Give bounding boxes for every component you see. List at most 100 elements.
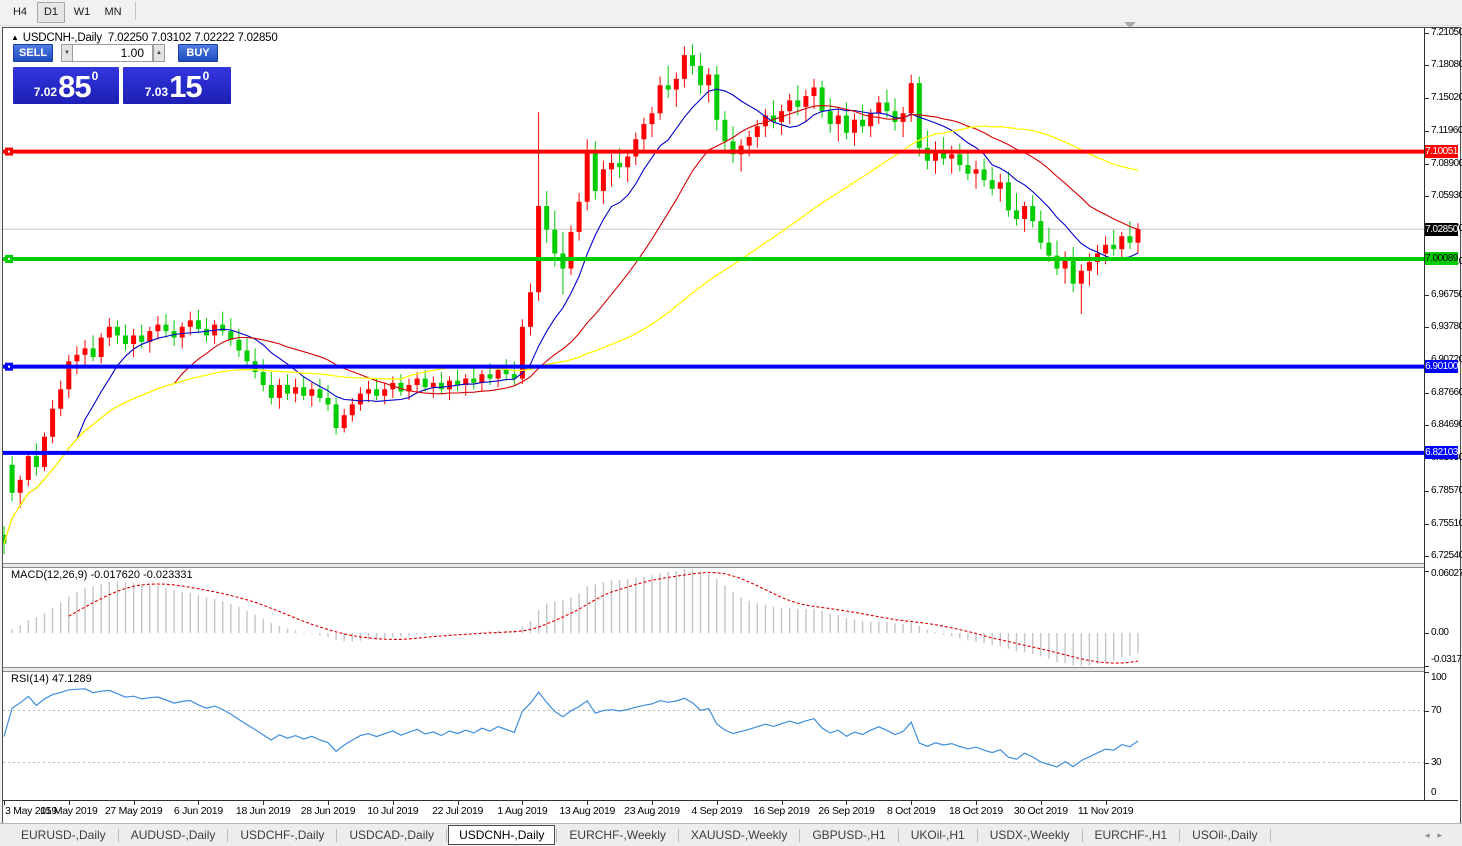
axis-price-label: 6.96750	[1431, 289, 1462, 300]
candle-body	[188, 320, 193, 326]
timeframe-toolbar: H4D1W1MN	[0, 0, 1462, 26]
candle-body	[650, 113, 655, 124]
buy-button[interactable]: BUY	[178, 44, 218, 62]
candle-body	[334, 404, 339, 428]
candle-body	[609, 163, 614, 169]
volume-input[interactable]	[72, 44, 153, 62]
date-label: 30 Oct 2019	[1014, 805, 1068, 817]
chart-title: ▲USDCNH-,Daily 7.02250 7.03102 7.02222 7…	[11, 32, 278, 44]
axis-price-label: 7.18080	[1431, 59, 1462, 70]
candle-body	[139, 335, 144, 341]
axis-tick-mark	[1425, 33, 1429, 34]
timeframe-button-h4[interactable]: H4	[6, 2, 34, 23]
candle-body	[374, 389, 379, 395]
buy-price-display[interactable]: 7.03 15 0	[123, 67, 231, 104]
chart-tab-xauusd-weekly[interactable]: XAUUSD-,Weekly	[680, 826, 798, 844]
chart-tab-eurusd-daily[interactable]: EURUSD-,Daily	[10, 826, 117, 844]
candle-body	[544, 206, 549, 230]
chart-tab-eurchf-weekly[interactable]: EURCHF-,Weekly	[558, 826, 676, 844]
chart-tab-gbpusd-h1[interactable]: GBPUSD-,H1	[801, 826, 896, 844]
chart-tab-usdchf-daily[interactable]: USDCHF-,Daily	[229, 826, 335, 844]
chart-tab-eurchf-h1[interactable]: EURCHF-,H1	[1084, 826, 1179, 844]
candle-body	[91, 348, 96, 357]
sell-price-point: 0	[92, 69, 99, 83]
chart-tab-usdcnh-daily[interactable]: USDCNH-,Daily	[448, 825, 555, 845]
axis-tick-mark	[1425, 571, 1429, 572]
tab-separator	[678, 829, 679, 842]
chart-tab-usdx-weekly[interactable]: USDX-,Weekly	[979, 826, 1081, 844]
candle-body	[99, 338, 104, 357]
candle-body	[1111, 245, 1116, 249]
candle-body	[844, 115, 849, 132]
candle-body	[74, 355, 79, 361]
tab-separator	[556, 829, 557, 842]
axis-price-label: -0.031725	[1431, 654, 1462, 665]
axis-tick-mark	[1425, 196, 1429, 197]
axis-price-label: 0.060273	[1431, 568, 1462, 579]
candle-body	[107, 327, 112, 338]
candle-body	[658, 85, 663, 113]
axis-tick-mark	[1425, 711, 1429, 712]
candle-body	[285, 385, 290, 394]
tab-scroll-left-icon[interactable]: ◂	[1425, 830, 1438, 840]
date-axis: 3 May 201915 May 201927 May 20196 Jun 20…	[3, 800, 1458, 821]
axis-price-label: 7.15020	[1431, 92, 1462, 103]
buy-price-main: 7.03	[145, 85, 168, 99]
timeframe-button-mn[interactable]: MN	[99, 2, 127, 23]
chart-tab-usoil-daily[interactable]: USOil-,Daily	[1181, 826, 1268, 844]
candle-body	[820, 87, 825, 111]
candle-body	[577, 202, 582, 232]
candle-body	[10, 465, 15, 493]
axis-tick-mark	[1425, 633, 1429, 634]
axis-price-label: 6.93780	[1431, 321, 1462, 332]
candle-body	[876, 103, 881, 114]
date-label: 8 Oct 2019	[887, 805, 935, 817]
candle-body	[747, 137, 752, 146]
tab-separator	[1082, 829, 1083, 842]
price-level-badge: 7.10051	[1425, 145, 1458, 158]
axis-price-label: 0	[1431, 787, 1436, 798]
chart-tab-ukoil-h1[interactable]: UKOil-,H1	[900, 826, 976, 844]
candle-body	[123, 335, 128, 344]
volume-increase-button[interactable]: ▲	[153, 44, 165, 62]
candle-body	[245, 351, 250, 362]
chart-tab-audusd-daily[interactable]: AUDUSD-,Daily	[120, 826, 227, 844]
tab-separator	[227, 829, 228, 842]
date-label: 22 Jul 2019	[432, 805, 483, 817]
candle-body	[633, 139, 638, 156]
candle-body	[1030, 206, 1035, 221]
tab-separator	[898, 829, 899, 842]
candle-body	[674, 79, 679, 90]
chart-shift-marker-icon	[1124, 22, 1136, 28]
axis-tick-mark	[1425, 763, 1429, 764]
axis-price-label: 7.05930	[1431, 190, 1462, 201]
candle-body	[852, 120, 857, 133]
sell-button[interactable]: SELL	[13, 44, 53, 62]
rsi-indicator-pane[interactable]	[3, 671, 1424, 800]
date-label: 27 May 2019	[105, 805, 162, 817]
timeframe-button-w1[interactable]: W1	[68, 2, 96, 23]
tab-separator	[1270, 829, 1271, 842]
axis-price-label: 6.78570	[1431, 485, 1462, 496]
candle-body	[1022, 206, 1027, 219]
date-label: 11 Nov 2019	[1078, 805, 1133, 817]
timeframe-button-d1[interactable]: D1	[37, 2, 65, 23]
date-label: 4 Sep 2019	[691, 805, 742, 817]
collapse-panel-icon[interactable]: ▲	[11, 33, 19, 42]
candle-body	[617, 163, 622, 167]
candle-body	[990, 180, 995, 189]
candle-body	[868, 113, 873, 126]
sell-price-display[interactable]: 7.02 85 0	[13, 67, 119, 104]
candle-body	[261, 372, 266, 385]
date-label: 6 Jun 2019	[174, 805, 223, 817]
candle-body	[293, 387, 298, 393]
candle-body	[828, 111, 833, 124]
candle-body	[625, 156, 630, 167]
candle-body	[593, 150, 598, 191]
candle-body	[1103, 245, 1108, 254]
macd-indicator-pane[interactable]	[3, 567, 1424, 667]
axis-price-label: 6.72540	[1431, 550, 1462, 561]
price-chart-pane[interactable]	[3, 29, 1424, 563]
tab-scroll-right-icon[interactable]: ▸	[1437, 830, 1450, 840]
chart-tab-usdcad-daily[interactable]: USDCAD-,Daily	[338, 826, 445, 844]
